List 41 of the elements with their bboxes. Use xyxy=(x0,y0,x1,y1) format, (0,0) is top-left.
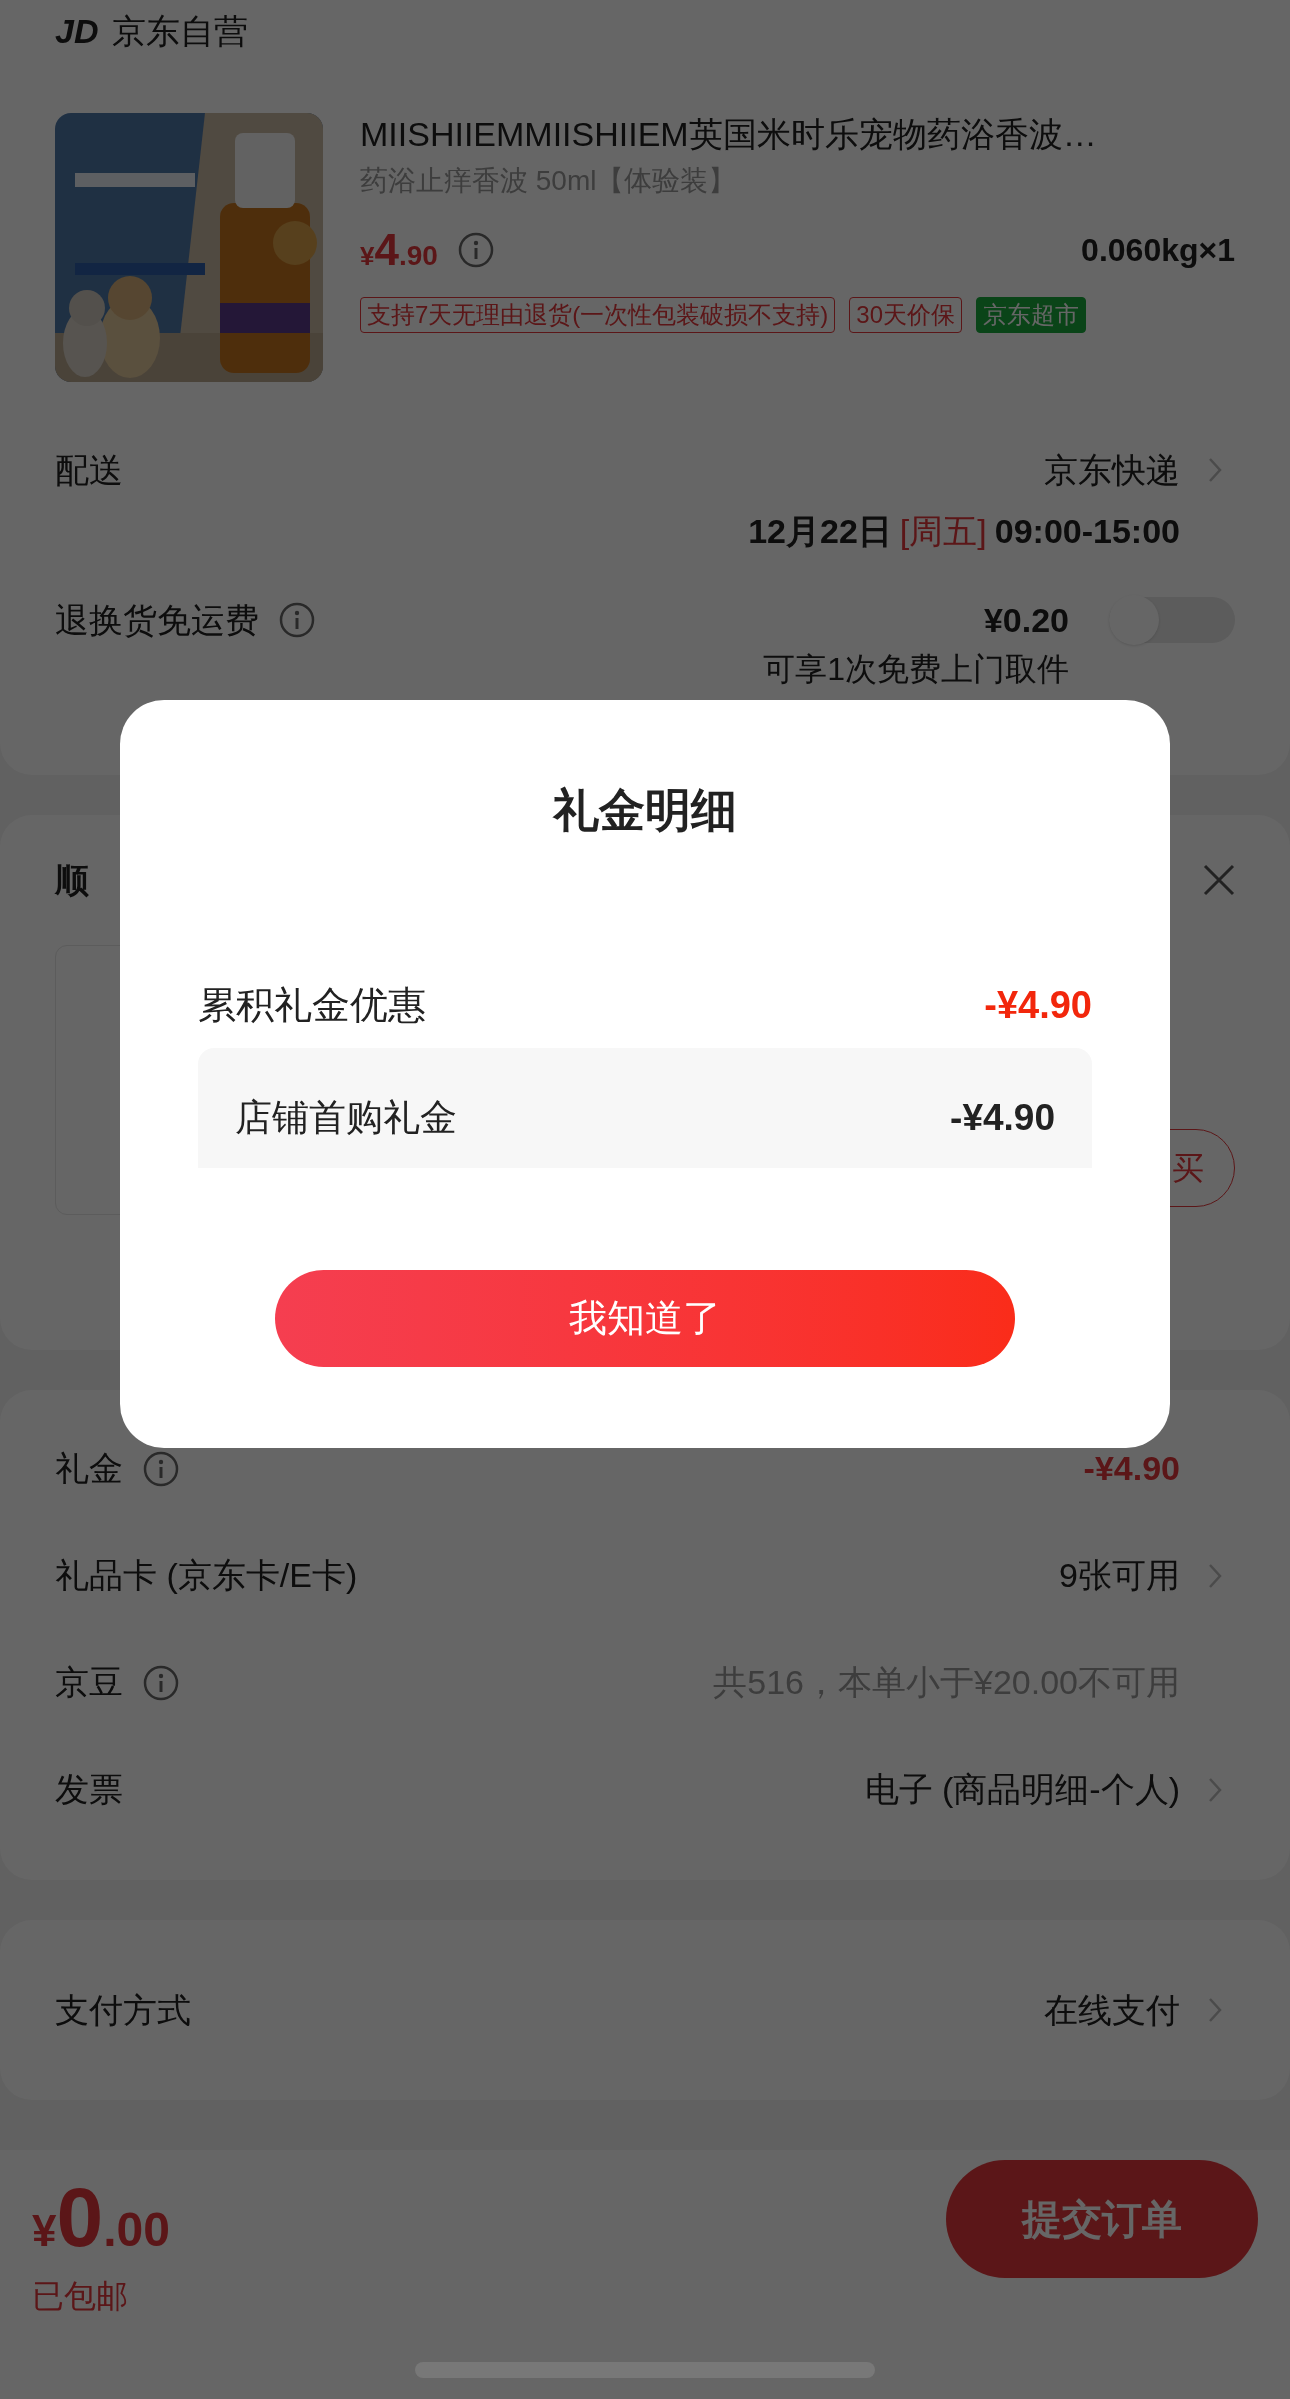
item-value: -¥4.90 xyxy=(950,1096,1055,1141)
price: ¥4.90 xyxy=(360,224,438,276)
submit-order-button[interactable]: 提交订单 xyxy=(946,2160,1258,2278)
row-value[interactable]: 9张可用 xyxy=(1059,1550,1180,1601)
return-shipping-price: ¥0.20 xyxy=(983,599,1069,641)
info-icon[interactable] xyxy=(143,1450,179,1487)
total-label: 累积礼金优惠 xyxy=(198,982,426,1028)
shipping-note: 已包邮 xyxy=(32,2277,129,2316)
info-icon[interactable] xyxy=(457,232,494,268)
shop-name: 京东自营 xyxy=(112,10,249,52)
section-title: 顺 xyxy=(55,859,89,901)
row-label: 礼金 xyxy=(55,1448,123,1489)
info-icon[interactable] xyxy=(279,602,315,638)
tag: 支持7天无理由退货(一次性包装破损不支持) xyxy=(360,297,836,333)
total-price: ¥0.00 xyxy=(32,2182,170,2266)
weight: 0.060kg×1 xyxy=(1081,231,1235,270)
acknowledge-button[interactable]: 我知道了 xyxy=(275,1270,1015,1367)
return-shipping-note: 可享1次免费上门取件 xyxy=(763,650,1069,688)
delivery-time: 09:00-15:00 xyxy=(994,510,1180,552)
return-shipping-label: 退换货免运费 xyxy=(55,599,259,641)
chevron-icon xyxy=(1208,1997,1222,2023)
tag: 30天价保 xyxy=(849,297,963,333)
payment-value[interactable]: 在线支付 xyxy=(1044,1984,1180,2036)
row-label: 礼品卡 (京东卡/E卡) xyxy=(55,1555,358,1596)
item-label: 店铺首购礼金 xyxy=(235,1096,457,1141)
row-label: 京豆 xyxy=(55,1662,123,1703)
tag: 京东超市 xyxy=(976,297,1087,333)
shop-logo: JD xyxy=(55,10,99,52)
close-icon[interactable] xyxy=(1203,864,1235,896)
chevron-icon xyxy=(1208,457,1222,483)
dialog-title: 礼金明细 xyxy=(553,783,737,838)
delivery-date: 12月22日 xyxy=(748,510,892,552)
info-icon[interactable] xyxy=(143,1664,179,1701)
delivery-method[interactable]: 京东快递 xyxy=(1044,444,1180,496)
row-label: 发票 xyxy=(55,1769,123,1810)
row-value[interactable]: 电子 (商品明细-个人) xyxy=(864,1764,1180,1815)
delivery-label: 配送 xyxy=(55,449,123,491)
product-title[interactable]: MIISHIIEMMIISHIIEM英国米时乐宠物药浴香波… xyxy=(360,113,1235,155)
delivery-weekday: [周五] xyxy=(899,510,987,552)
total-value: -¥4.90 xyxy=(984,982,1092,1028)
payment-label: 支付方式 xyxy=(55,1989,191,2031)
